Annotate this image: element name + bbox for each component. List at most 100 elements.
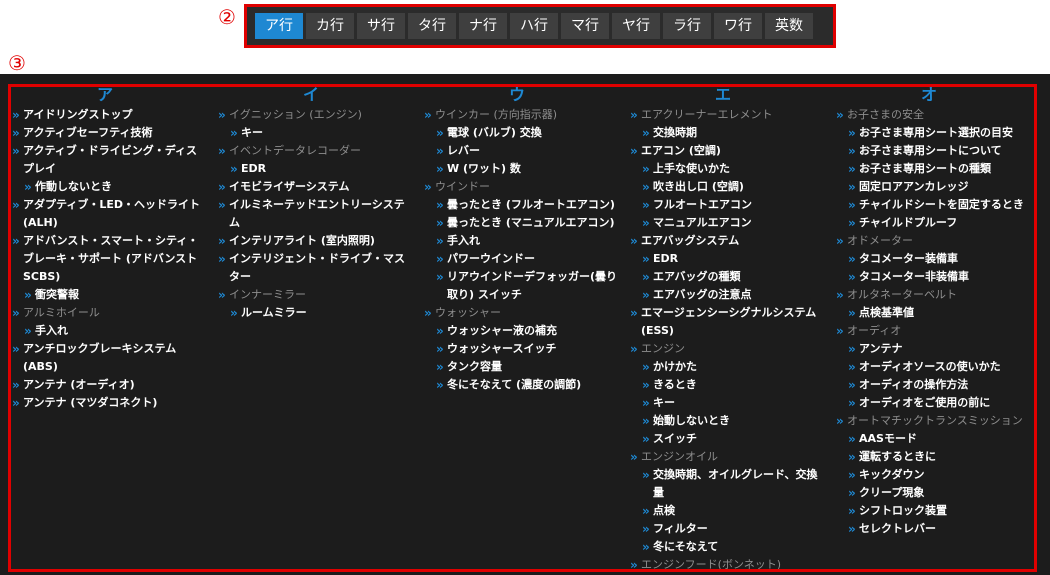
tab-1[interactable]: カ行: [306, 13, 354, 39]
item-label: 曇ったとき (マニュアルエアコン): [447, 216, 615, 229]
index-item-link[interactable]: » エマージェンシーシグナルシステム (ESS): [630, 304, 826, 340]
sub-item-link[interactable]: » クリープ現象: [836, 484, 1032, 502]
index-item-link[interactable]: » アドバンスト・スマート・シティ・ブレーキ・サポート (アドバンストSCBS): [12, 232, 208, 286]
sub-item-link[interactable]: » 始動しないとき: [630, 412, 826, 430]
sub-item-link[interactable]: » タンク容量: [424, 358, 620, 376]
double-chevron-icon: »: [836, 288, 844, 302]
sub-item-link[interactable]: » フルオートエアコン: [630, 196, 826, 214]
sub-item-link[interactable]: » チャイルドシートを固定するとき: [836, 196, 1032, 214]
tab-4[interactable]: ナ行: [459, 13, 507, 39]
sub-item-link[interactable]: » シフトロック装置: [836, 502, 1032, 520]
sub-item-link[interactable]: » セレクトレバー: [836, 520, 1032, 538]
sub-item-link[interactable]: » フィルター: [630, 520, 826, 538]
category-link[interactable]: » インナーミラー: [218, 286, 414, 304]
sub-item-link[interactable]: » 曇ったとき (フルオートエアコン): [424, 196, 620, 214]
sub-item-link[interactable]: » 手入れ: [12, 322, 208, 340]
category-link[interactable]: » エンジンフード(ボンネット): [630, 556, 826, 574]
sub-item-link[interactable]: » 手入れ: [424, 232, 620, 250]
category-link[interactable]: » オルタネーターベルト: [836, 286, 1032, 304]
tab-7[interactable]: ヤ行: [612, 13, 660, 39]
sub-item-link[interactable]: » 点検基準値: [836, 304, 1032, 322]
sub-item-link[interactable]: » タコメーター装備車: [836, 250, 1032, 268]
tab-5[interactable]: ハ行: [510, 13, 558, 39]
sub-item-link[interactable]: » ウォッシャースイッチ: [424, 340, 620, 358]
category-link[interactable]: » ウインドー: [424, 178, 620, 196]
sub-item-link[interactable]: » チャイルドプルーフ: [836, 214, 1032, 232]
sub-item-link[interactable]: » 固定ロアアンカレッジ: [836, 178, 1032, 196]
sub-item-link[interactable]: » オーディオをご使用の前に: [836, 394, 1032, 412]
tab-2[interactable]: サ行: [357, 13, 405, 39]
category-link[interactable]: » オートマチックトランスミッション: [836, 412, 1032, 430]
sub-item-link[interactable]: » 作動しないとき: [12, 178, 208, 196]
sub-item-link[interactable]: » EDR: [218, 160, 414, 178]
sub-item-link[interactable]: » マニュアルエアコン: [630, 214, 826, 232]
sub-item-link[interactable]: » 点検: [630, 502, 826, 520]
sub-item-link[interactable]: » キー: [630, 394, 826, 412]
index-item-link[interactable]: » インテリジェント・ドライブ・マスター: [218, 250, 414, 286]
tab-10[interactable]: 英数: [765, 13, 813, 39]
index-item-link[interactable]: » イルミネーテッドエントリーシステム: [218, 196, 414, 232]
item-label: 手入れ: [35, 324, 68, 337]
index-item-link[interactable]: » アンテナ (マツダコネクト): [12, 394, 208, 412]
tab-6[interactable]: マ行: [561, 13, 609, 39]
sub-item-link[interactable]: » 交換時期: [630, 124, 826, 142]
category-link[interactable]: » エンジンオイル: [630, 448, 826, 466]
category-link[interactable]: » オドメーター: [836, 232, 1032, 250]
sub-item-link[interactable]: » アンテナ: [836, 340, 1032, 358]
sub-item-link[interactable]: » EDR: [630, 250, 826, 268]
tab-9[interactable]: ワ行: [714, 13, 762, 39]
sub-item-link[interactable]: » レバー: [424, 142, 620, 160]
sub-item-link[interactable]: » ウォッシャー液の補充: [424, 322, 620, 340]
category-link[interactable]: » ウォッシャー: [424, 304, 620, 322]
index-item-link[interactable]: » エアバッグシステム: [630, 232, 826, 250]
sub-item-link[interactable]: » 曇ったとき (マニュアルエアコン): [424, 214, 620, 232]
sub-item-link[interactable]: » AASモード: [836, 430, 1032, 448]
category-link[interactable]: » お子さまの安全: [836, 106, 1032, 124]
sub-item-link[interactable]: » きるとき: [630, 376, 826, 394]
sub-item-link[interactable]: » 冬にそなえて: [630, 538, 826, 556]
category-link[interactable]: » イグニッション (エンジン): [218, 106, 414, 124]
index-item-link[interactable]: » エアコン (空調): [630, 142, 826, 160]
sub-item-link[interactable]: » かけかた: [630, 358, 826, 376]
sub-item-link[interactable]: » タコメーター非装備車: [836, 268, 1032, 286]
category-link[interactable]: » オーディオ: [836, 322, 1032, 340]
index-item-link[interactable]: » インテリアライト (室内照明): [218, 232, 414, 250]
sub-item-link[interactable]: » パワーウインドー: [424, 250, 620, 268]
sub-item-link[interactable]: » お子さま専用シートについて: [836, 142, 1032, 160]
sub-item-link[interactable]: » 電球 (バルブ) 交換: [424, 124, 620, 142]
index-item-link[interactable]: » イモビライザーシステム: [218, 178, 414, 196]
sub-item-link[interactable]: » W (ワット) 数: [424, 160, 620, 178]
category-link[interactable]: » エアクリーナーエレメント: [630, 106, 826, 124]
sub-item-link[interactable]: » ルームミラー: [218, 304, 414, 322]
sub-item-link[interactable]: » 冬にそなえて (濃度の調節): [424, 376, 620, 394]
sub-item-link[interactable]: » オーディオソースの使いかた: [836, 358, 1032, 376]
sub-item-link[interactable]: » 運転するときに: [836, 448, 1032, 466]
index-item-link[interactable]: » アダプティブ・LED・ヘッドライト(ALH): [12, 196, 208, 232]
sub-item-link[interactable]: » お子さま専用シートの種類: [836, 160, 1032, 178]
index-item-link[interactable]: » アンテナ (オーディオ): [12, 376, 208, 394]
category-link[interactable]: » アルミホイール: [12, 304, 208, 322]
tab-3[interactable]: タ行: [408, 13, 456, 39]
sub-item-link[interactable]: » エアバッグの注意点: [630, 286, 826, 304]
sub-item-link[interactable]: » 衝突警報: [12, 286, 208, 304]
sub-item-link[interactable]: » 交換時期、オイルグレード、交換量: [630, 466, 826, 502]
index-item-link[interactable]: » アクティブ・ドライビング・ディスプレイ: [12, 142, 208, 178]
index-item-link[interactable]: » アンチロックブレーキシステム(ABS): [12, 340, 208, 376]
sub-item-link[interactable]: » 上手な使いかた: [630, 160, 826, 178]
sub-item-link[interactable]: » キックダウン: [836, 466, 1032, 484]
sub-item-link[interactable]: » スイッチ: [630, 430, 826, 448]
item-label: ウォッシャースイッチ: [447, 342, 557, 355]
sub-item-link[interactable]: » お子さま専用シート選択の目安: [836, 124, 1032, 142]
index-item-link[interactable]: » アイドリングストップ: [12, 106, 208, 124]
index-item-link[interactable]: » アクティブセーフティ技術: [12, 124, 208, 142]
sub-item-link[interactable]: » エアバッグの種類: [630, 268, 826, 286]
sub-item-link[interactable]: » オーディオの操作方法: [836, 376, 1032, 394]
category-link[interactable]: » エンジン: [630, 340, 826, 358]
sub-item-link[interactable]: » 吹き出し口 (空調): [630, 178, 826, 196]
sub-item-link[interactable]: » キー: [218, 124, 414, 142]
tab-8[interactable]: ラ行: [663, 13, 711, 39]
category-link[interactable]: » ウインカー (方向指示器): [424, 106, 620, 124]
sub-item-link[interactable]: » リアウインドーデフォッガー(曇り取り) スイッチ: [424, 268, 620, 304]
tab-0[interactable]: ア行: [255, 13, 303, 39]
category-link[interactable]: » イベントデータレコーダー: [218, 142, 414, 160]
